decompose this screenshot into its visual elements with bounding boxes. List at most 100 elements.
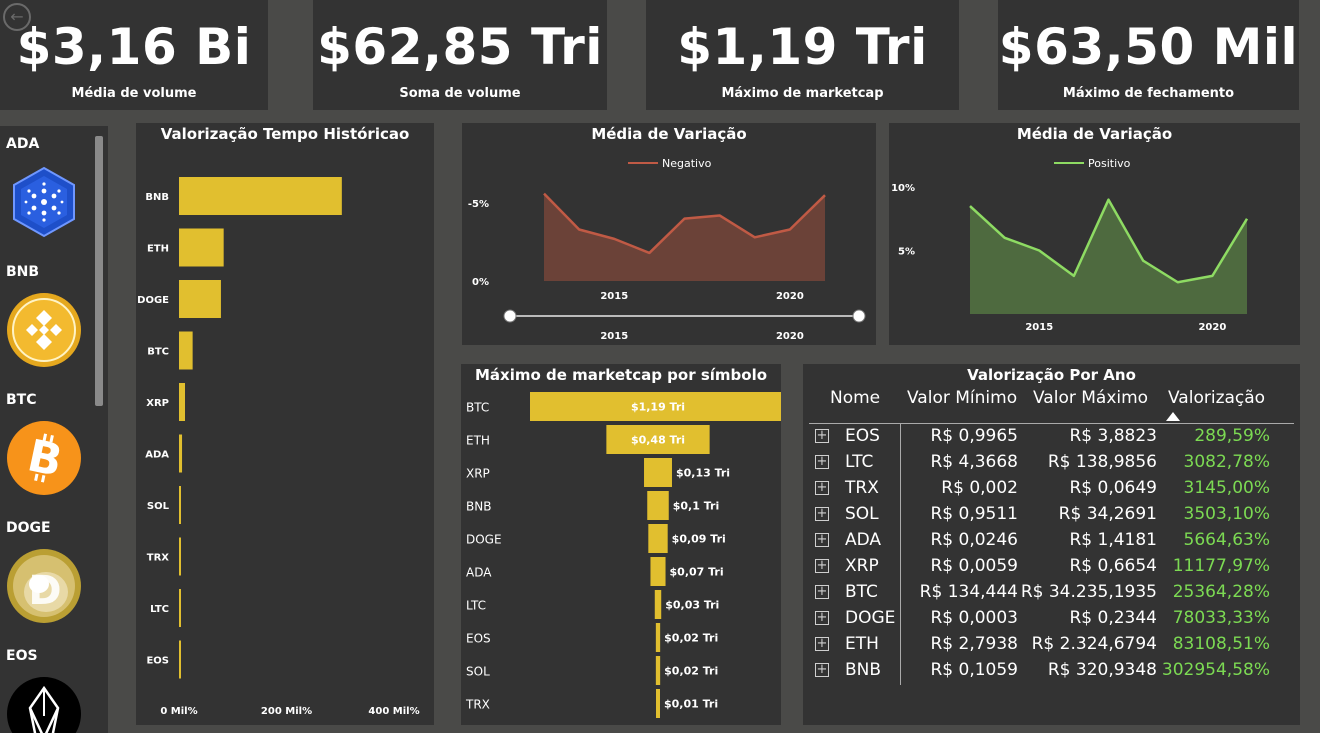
expand-plus-icon[interactable]: + <box>815 559 829 573</box>
bar-category-label: LTC <box>150 604 169 615</box>
cell-min-value: R$ 0,9965 <box>930 426 1018 446</box>
x-tick-label: 200 Mil% <box>261 706 312 717</box>
cell-max-value: R$ 3,8823 <box>1069 426 1157 446</box>
cell-name: EOS <box>845 426 880 446</box>
back-arrow-icon[interactable]: ← <box>3 3 31 31</box>
bar[interactable] <box>179 383 186 421</box>
kpi-card-max-close: $63,50 Mil Máximo de fechamento <box>998 0 1299 110</box>
kpi-value: $62,85 Tri <box>317 18 603 76</box>
table-row[interactable]: + XRP R$ 0,0059 R$ 0,6654 11177,97% <box>803 555 1303 581</box>
legend[interactable]: Positivo <box>1054 157 1131 170</box>
funnel-data-label: $0,01 Tri <box>664 698 718 711</box>
bar-category-label: ETH <box>147 244 169 255</box>
bar[interactable] <box>179 486 181 524</box>
funnel-bar[interactable] <box>654 590 662 619</box>
funnel-category-label: TRX <box>465 698 490 712</box>
kpi-card-sum-volume: $62,85 Tri Soma de volume <box>313 0 607 110</box>
expand-plus-icon[interactable]: + <box>815 611 829 625</box>
cell-name: BTC <box>845 582 878 602</box>
funnel-bar[interactable] <box>655 623 661 652</box>
table-row[interactable]: + DOGE R$ 0,0003 R$ 0,2344 78033,33% <box>803 607 1303 633</box>
bar-category-label: BNB <box>145 192 169 203</box>
table-row[interactable]: + ADA R$ 0,0246 R$ 1,4181 5664,63% <box>803 529 1303 555</box>
x-tick-label: 400 Mil% <box>368 706 419 717</box>
bar[interactable] <box>179 640 181 679</box>
cell-name: ETH <box>845 634 879 654</box>
funnel-bar[interactable] <box>655 656 661 685</box>
table-row[interactable]: + BNB R$ 0,1059 R$ 320,9348 302954,58% <box>803 659 1303 685</box>
legend[interactable]: Negativo <box>628 157 712 170</box>
bar[interactable] <box>179 537 181 576</box>
expand-plus-icon[interactable]: + <box>815 585 829 599</box>
bar[interactable] <box>179 280 221 318</box>
column-header-min[interactable]: Valor Mínimo <box>907 388 1017 408</box>
funnel-bar[interactable] <box>644 458 672 487</box>
funnel-category-label: LTC <box>466 599 486 613</box>
sort-ascending-icon[interactable] <box>1166 412 1180 421</box>
funnel-bar[interactable] <box>650 557 666 586</box>
symbol-slicer[interactable]: ADA BNB BTC B DOGE D EOS <box>0 126 108 733</box>
funnel-bar[interactable] <box>656 689 660 718</box>
bar-category-label: DOGE <box>137 295 169 306</box>
expand-plus-icon[interactable]: + <box>815 507 829 521</box>
area-fill <box>970 199 1247 314</box>
cell-max-value: R$ 138,9856 <box>1047 452 1157 472</box>
binance-logo-icon <box>7 293 81 367</box>
column-header-max[interactable]: Valor Máximo <box>1033 388 1148 408</box>
slicer-item-doge[interactable]: DOGE D <box>0 520 95 640</box>
cell-min-value: R$ 2,7938 <box>930 634 1018 654</box>
expand-plus-icon[interactable]: + <box>815 663 829 677</box>
column-header-name[interactable]: Nome <box>830 388 880 408</box>
table-row[interactable]: + TRX R$ 0,002 R$ 0,0649 3145,00% <box>803 477 1303 503</box>
cell-min-value: R$ 0,0003 <box>930 608 1018 628</box>
header-divider <box>809 423 1294 424</box>
kpi-label: Média de volume <box>71 86 197 101</box>
slicer-item-label: EOS <box>6 648 38 664</box>
bar[interactable] <box>179 228 224 267</box>
funnel-bar[interactable] <box>647 491 669 520</box>
x-tick-label: 2015 <box>600 291 628 302</box>
expand-plus-icon[interactable]: + <box>815 429 829 443</box>
kpi-value: $3,16 Bi <box>16 18 252 76</box>
cell-min-value: R$ 0,1059 <box>930 660 1018 680</box>
slicer-item-bnb[interactable]: BNB <box>0 264 95 384</box>
funnel-data-label: $0,07 Tri <box>670 566 724 579</box>
y-tick-label: -5% <box>468 199 489 210</box>
funnel-chart-svg: BTC $1,19 Tri ETH $0,48 Tri XRP $0,13 Tri BNB $… <box>465 392 781 718</box>
area-chart-svg: Negativo -5% 0% 2015 2020 2015 2020 <box>468 157 866 342</box>
table-row[interactable]: + ETH R$ 2,7938 R$ 2.324,6794 83108,51% <box>803 633 1303 659</box>
slicer-item-ada[interactable]: ADA <box>0 136 95 256</box>
cell-max-value: R$ 0,6654 <box>1069 556 1157 576</box>
bar[interactable] <box>179 331 193 370</box>
cell-min-value: R$ 0,0246 <box>930 530 1018 550</box>
funnel-category-label: BTC <box>466 401 489 415</box>
cell-min-value: R$ 0,0059 <box>930 556 1018 576</box>
bar[interactable] <box>179 589 181 627</box>
expand-plus-icon[interactable]: + <box>815 533 829 547</box>
slider-handle-start[interactable] <box>503 309 517 323</box>
table-row[interactable]: + LTC R$ 4,3668 R$ 138,9856 3082,78% <box>803 451 1303 477</box>
table-row[interactable]: + SOL R$ 0,9511 R$ 34,2691 3503,10% <box>803 503 1303 529</box>
area-fill <box>544 193 825 281</box>
slider-handle-end[interactable] <box>852 309 866 323</box>
date-range-slider[interactable]: 2015 2020 <box>503 309 866 342</box>
column-header-valuation[interactable]: Valorização <box>1168 388 1265 408</box>
table-row[interactable]: + EOS R$ 0,9965 R$ 3,8823 289,59% <box>803 425 1303 451</box>
cell-valuation: 3082,78% <box>1183 452 1270 472</box>
cell-valuation: 3145,00% <box>1183 478 1270 498</box>
slicer-item-label: DOGE <box>6 520 51 536</box>
expand-plus-icon[interactable]: + <box>815 455 829 469</box>
cell-max-value: R$ 34,2691 <box>1058 504 1157 524</box>
slicer-scrollbar[interactable] <box>95 136 103 406</box>
slicer-item-btc[interactable]: BTC B <box>0 392 95 512</box>
bar[interactable] <box>179 434 183 473</box>
slicer-item-eos[interactable]: EOS <box>0 648 95 733</box>
kpi-card-average-volume: $3,16 Bi Média de volume <box>0 0 268 110</box>
table-row[interactable]: + BTC R$ 134,444 R$ 34.235,1935 25364,28% <box>803 581 1303 607</box>
funnel-bar[interactable] <box>648 524 668 553</box>
expand-plus-icon[interactable]: + <box>815 637 829 651</box>
valuation-by-year-table: Valorização Por Ano Nome Valor Mínimo Va… <box>803 364 1300 725</box>
y-tick-label: 10% <box>891 183 915 194</box>
expand-plus-icon[interactable]: + <box>815 481 829 495</box>
bar[interactable] <box>179 177 342 215</box>
